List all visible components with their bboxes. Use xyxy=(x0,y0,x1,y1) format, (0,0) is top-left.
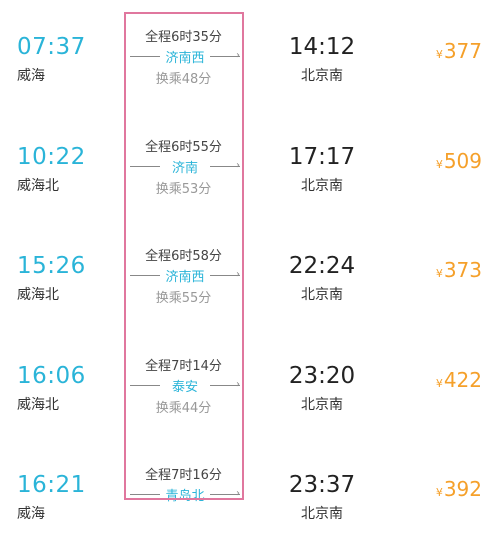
price: ¥373 xyxy=(436,258,482,282)
departure-time: 07:37 xyxy=(17,34,86,60)
departure-station: 威海 xyxy=(17,506,45,522)
price: ¥509 xyxy=(436,149,482,173)
price: ¥392 xyxy=(436,477,482,501)
train-row[interactable]: 16:06 威海北 全程7时14分 › 泰安 换乘44分 23:20 北京南 ¥… xyxy=(0,341,500,451)
train-row[interactable]: 16:21 威海 全程7时16分 › 青岛北 23:37 北京南 ¥392 xyxy=(0,450,500,560)
departure-station: 威海 xyxy=(17,68,45,84)
departure-station: 威海北 xyxy=(17,177,59,194)
price-value: 422 xyxy=(443,367,482,392)
currency-symbol: ¥ xyxy=(435,48,443,61)
departure-time: 15:26 xyxy=(17,253,86,279)
arrival-time: 23:20 xyxy=(288,362,356,389)
departure-time: 10:22 xyxy=(17,143,86,170)
arrival-time: 22:24 xyxy=(288,253,356,279)
departure-station: 威海北 xyxy=(17,287,59,303)
arrival-time: 17:17 xyxy=(288,143,356,170)
currency-symbol: ¥ xyxy=(435,486,443,499)
currency-symbol: ¥ xyxy=(435,376,443,390)
arrival-station: 北京南 xyxy=(301,287,343,303)
highlight-box xyxy=(124,12,244,500)
price-value: 392 xyxy=(443,477,482,501)
arrival-station: 北京南 xyxy=(301,177,343,194)
arrival-time: 23:37 xyxy=(288,472,356,498)
train-row[interactable]: 10:22 威海北 全程6时55分 › 济南 换乘53分 17:17 北京南 ¥… xyxy=(0,122,500,232)
arrival-station: 北京南 xyxy=(301,396,343,413)
price: ¥377 xyxy=(436,39,482,63)
price-value: 509 xyxy=(443,148,482,173)
price-value: 377 xyxy=(443,39,482,63)
arrival-station: 北京南 xyxy=(301,68,343,84)
arrival-time: 14:12 xyxy=(288,34,356,60)
train-row[interactable]: 07:37 威海 全程6时35分 › 济南西 换乘48分 14:12 北京南 ¥… xyxy=(0,12,500,122)
train-row[interactable]: 15:26 威海北 全程6时58分 › 济南西 换乘55分 22:24 北京南 … xyxy=(0,231,500,341)
currency-symbol: ¥ xyxy=(435,157,443,171)
price-value: 373 xyxy=(443,258,482,282)
departure-time: 16:06 xyxy=(17,362,86,389)
departure-time: 16:21 xyxy=(17,472,86,498)
currency-symbol: ¥ xyxy=(435,267,443,280)
arrival-station: 北京南 xyxy=(301,506,343,522)
price: ¥422 xyxy=(436,368,482,392)
departure-station: 威海北 xyxy=(17,396,59,413)
